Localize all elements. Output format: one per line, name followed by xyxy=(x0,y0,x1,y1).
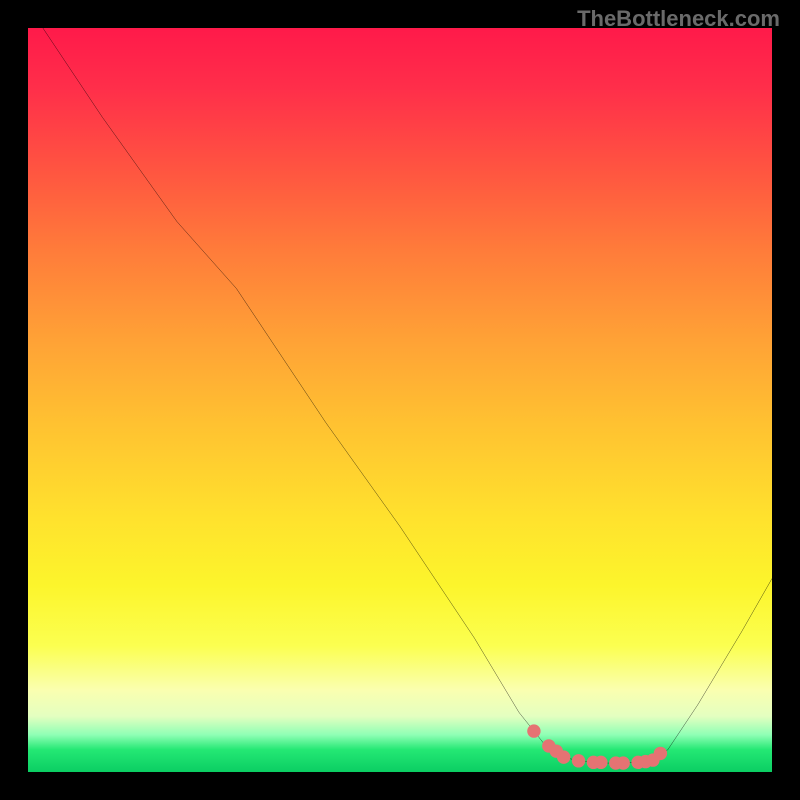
highlight-marker xyxy=(617,756,630,769)
highlight-marker xyxy=(557,750,570,763)
highlight-marker xyxy=(594,756,607,769)
plot-area xyxy=(28,28,772,772)
highlight-marker xyxy=(527,724,540,737)
marker-group xyxy=(527,724,667,769)
curve-line xyxy=(43,28,772,763)
highlight-marker xyxy=(572,754,585,767)
highlight-marker xyxy=(654,747,667,760)
watermark-text: TheBottleneck.com xyxy=(577,6,780,32)
chart-svg xyxy=(28,28,772,772)
